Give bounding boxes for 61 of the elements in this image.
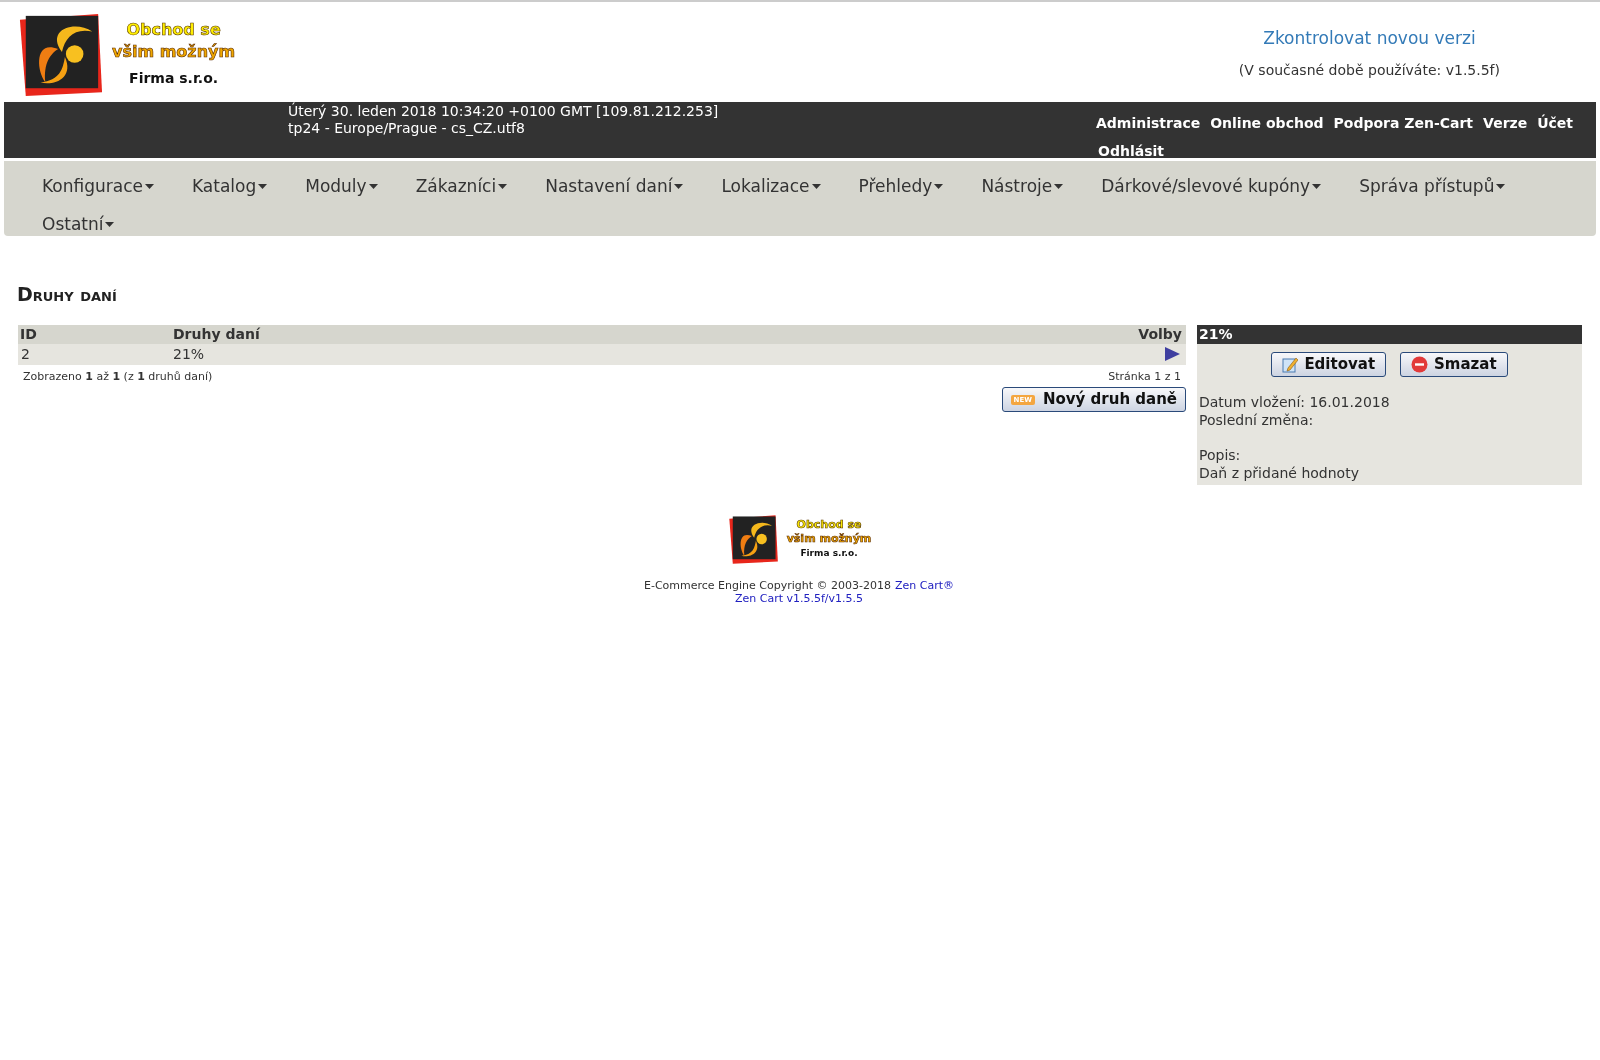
version-check-link[interactable]: Zkontrolovat novou verzi bbox=[1263, 26, 1476, 52]
caret-icon bbox=[811, 183, 821, 189]
column-header: Volby bbox=[1138, 324, 1183, 344]
menu-item[interactable]: Přehledy bbox=[858, 167, 944, 205]
menu-item[interactable]: Zákazníci bbox=[415, 167, 508, 205]
menu-item[interactable]: Nastavení daní bbox=[545, 167, 684, 205]
table-row[interactable]: 2 21% bbox=[18, 343, 1186, 365]
logo-text: Firma s.r.o. bbox=[800, 546, 858, 560]
logo-text: Obchod se bbox=[126, 19, 221, 41]
menu-item[interactable]: Katalog bbox=[191, 167, 268, 205]
caret-icon bbox=[674, 183, 684, 189]
edit-button[interactable]: Editovat bbox=[1271, 351, 1387, 377]
menu-item[interactable]: Správa přístupů bbox=[1359, 167, 1506, 205]
caret-icon bbox=[1054, 183, 1064, 189]
last-modified-text: Poslední změna: bbox=[1199, 410, 1315, 429]
caret-icon bbox=[105, 221, 115, 227]
menu-item[interactable]: Ostatní bbox=[42, 205, 115, 243]
stop-icon bbox=[1411, 355, 1429, 373]
logo-text: Obchod se bbox=[796, 517, 862, 532]
logo-text: všim možným bbox=[786, 531, 872, 546]
description-text: Daň z přidané hodnoty bbox=[1199, 463, 1360, 482]
locale-text: tp24 - Europe/Prague - cs_CZ.utf8 bbox=[288, 120, 526, 137]
menu-item[interactable]: Moduly bbox=[305, 167, 378, 205]
caret-icon bbox=[934, 183, 944, 189]
caret-icon bbox=[498, 183, 508, 189]
zen-cart-link[interactable]: Zen Cart® bbox=[895, 578, 955, 592]
menu-item[interactable]: Konfigurace bbox=[42, 167, 154, 205]
description-label: Popis: bbox=[1199, 445, 1242, 464]
caret-icon bbox=[368, 183, 378, 189]
logo-text: Firma s.r.o. bbox=[129, 69, 219, 88]
caret-icon bbox=[144, 183, 154, 189]
version-link[interactable]: Zen Cart v1.5.5f/v1.5.5 bbox=[734, 591, 864, 605]
logo-icon bbox=[726, 512, 779, 565]
caret-icon bbox=[1312, 183, 1322, 189]
header-link[interactable]: Verze bbox=[1483, 109, 1528, 137]
header-link[interactable]: Účet bbox=[1537, 109, 1574, 137]
logo-text: všim možným bbox=[112, 41, 236, 63]
menu-item[interactable]: Lokalizace bbox=[721, 167, 821, 205]
pagination-summary: Zobrazeno 1 až 1 (z 1 druhů daní) bbox=[23, 368, 213, 385]
header-link[interactable]: Online obchod bbox=[1210, 109, 1324, 137]
table-cell-text: 2 bbox=[20, 344, 31, 364]
page-title: Druhy daní bbox=[17, 282, 118, 307]
header-link[interactable]: Podpora Zen-Cart bbox=[1333, 109, 1474, 137]
play-icon bbox=[1165, 347, 1180, 361]
header-link[interactable]: Administrace bbox=[1096, 109, 1201, 137]
caret-icon bbox=[258, 183, 268, 189]
column-header: Druhy daní bbox=[173, 324, 260, 344]
page-count: Stránka 1 z 1 bbox=[1108, 368, 1181, 385]
header-link[interactable]: Odhlásit bbox=[1098, 137, 1164, 165]
copyright-text: E-Commerce Engine Copyright © 2003-2018 bbox=[643, 578, 891, 592]
menu-item[interactable]: Nástroje bbox=[981, 167, 1064, 205]
date-added-text: Datum vložení: 16.01.2018 bbox=[1199, 392, 1391, 411]
pencil-icon bbox=[1282, 355, 1299, 373]
detail-title: 21% bbox=[1197, 324, 1582, 344]
table-cell-text: 21% bbox=[173, 344, 205, 364]
delete-button[interactable]: Smazat bbox=[1400, 351, 1508, 377]
menu-item[interactable]: Dárkové/slevové kupóny bbox=[1101, 167, 1322, 205]
version-text: (V současné době používáte: v1.5.5f) bbox=[1238, 60, 1500, 80]
datetime-text: Úterý 30. leden 2018 10:34:20 +0100 GMT [109.81.212.253] bbox=[288, 103, 719, 120]
column-header: ID bbox=[19, 324, 38, 344]
caret-icon bbox=[1496, 183, 1506, 189]
